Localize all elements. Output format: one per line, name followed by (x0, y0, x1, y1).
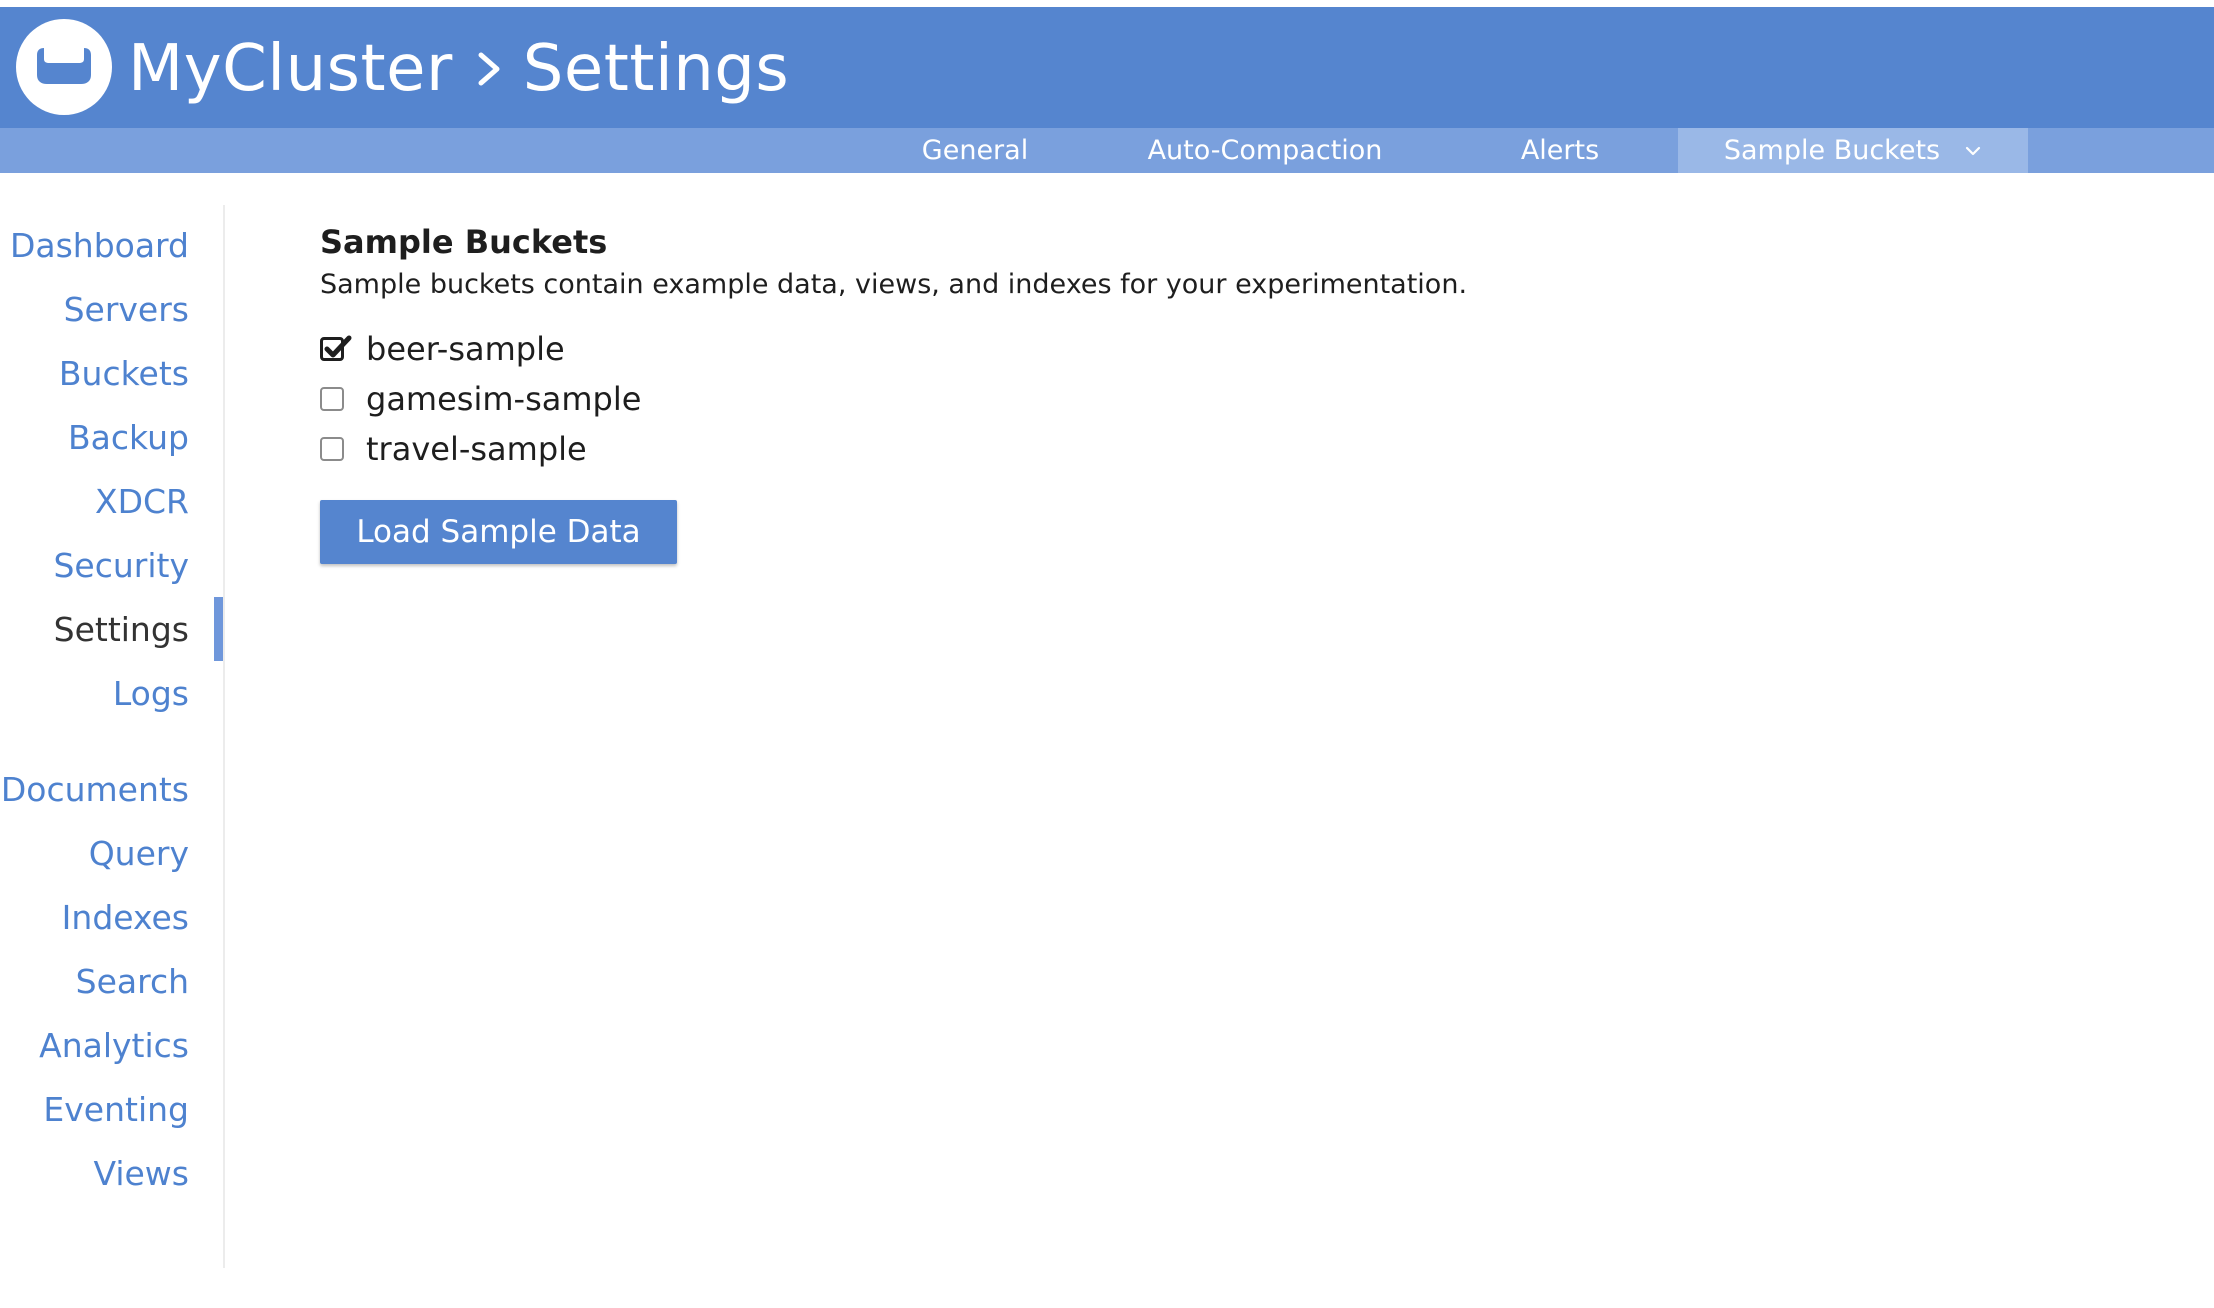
sidebar-item-backup[interactable]: Backup (68, 413, 189, 463)
tab-sample-buckets[interactable]: Sample Buckets (1678, 128, 2028, 173)
sidebar-item-search[interactable]: Search (76, 957, 189, 1007)
checkbox-unchecked[interactable] (320, 387, 344, 411)
section-title: Sample Buckets (320, 223, 608, 261)
tab-auto-compaction[interactable]: Auto-Compaction (1130, 128, 1400, 173)
sidebar-active-indicator (214, 597, 223, 661)
bucket-option-travel-sample[interactable]: travel-sample (320, 429, 587, 469)
sidebar-item-logs[interactable]: Logs (113, 669, 189, 719)
couchbase-logo-icon[interactable] (16, 19, 112, 115)
sidebar-item-settings[interactable]: Settings (54, 605, 189, 655)
sidebar-item-documents[interactable]: Documents (1, 765, 189, 815)
tab-label: Sample Buckets (1723, 135, 1941, 166)
tab-label: General (921, 135, 1029, 166)
tab-label: Auto-Compaction (1147, 135, 1383, 166)
chevron-right-icon (478, 52, 500, 86)
settings-subnav: General Auto-Compaction Alerts Sample Bu… (0, 128, 2214, 173)
top-strip (0, 0, 2214, 7)
sidebar-nav: Dashboard Servers Buckets Backup XDCR Se… (0, 205, 225, 1268)
sidebar-item-analytics[interactable]: Analytics (39, 1021, 189, 1071)
sidebar-item-indexes[interactable]: Indexes (62, 893, 189, 943)
header-bar: MyCluster Settings (0, 7, 2214, 128)
bucket-label: travel-sample (366, 430, 587, 468)
bucket-label: gamesim-sample (366, 380, 642, 418)
sidebar-item-query[interactable]: Query (89, 829, 189, 879)
sidebar-item-eventing[interactable]: Eventing (43, 1085, 189, 1135)
tab-label: Alerts (1520, 135, 1600, 166)
bucket-option-gamesim-sample[interactable]: gamesim-sample (320, 379, 641, 419)
tab-general[interactable]: General (890, 128, 1060, 173)
cluster-name[interactable]: MyCluster (128, 32, 453, 106)
sidebar-item-security[interactable]: Security (53, 541, 189, 591)
page-title: Settings (522, 32, 790, 106)
section-description: Sample buckets contain example data, vie… (320, 269, 1468, 300)
checkmark-icon (324, 335, 352, 358)
sidebar-item-dashboard[interactable]: Dashboard (10, 221, 189, 271)
tab-alerts[interactable]: Alerts (1460, 128, 1660, 173)
bucket-label: beer-sample (366, 330, 565, 368)
breadcrumb: MyCluster Settings (128, 29, 789, 109)
sidebar-item-buckets[interactable]: Buckets (59, 349, 189, 399)
load-sample-data-button[interactable]: Load Sample Data (320, 500, 677, 564)
sidebar-item-views[interactable]: Views (93, 1149, 189, 1199)
checkbox-unchecked[interactable] (320, 437, 344, 461)
sidebar-item-servers[interactable]: Servers (64, 285, 189, 335)
sidebar-item-xdcr[interactable]: XDCR (95, 477, 189, 527)
bucket-option-beer-sample[interactable]: beer-sample (320, 329, 565, 369)
checkbox-checked[interactable] (320, 335, 352, 361)
chevron-down-icon (1966, 146, 1981, 155)
